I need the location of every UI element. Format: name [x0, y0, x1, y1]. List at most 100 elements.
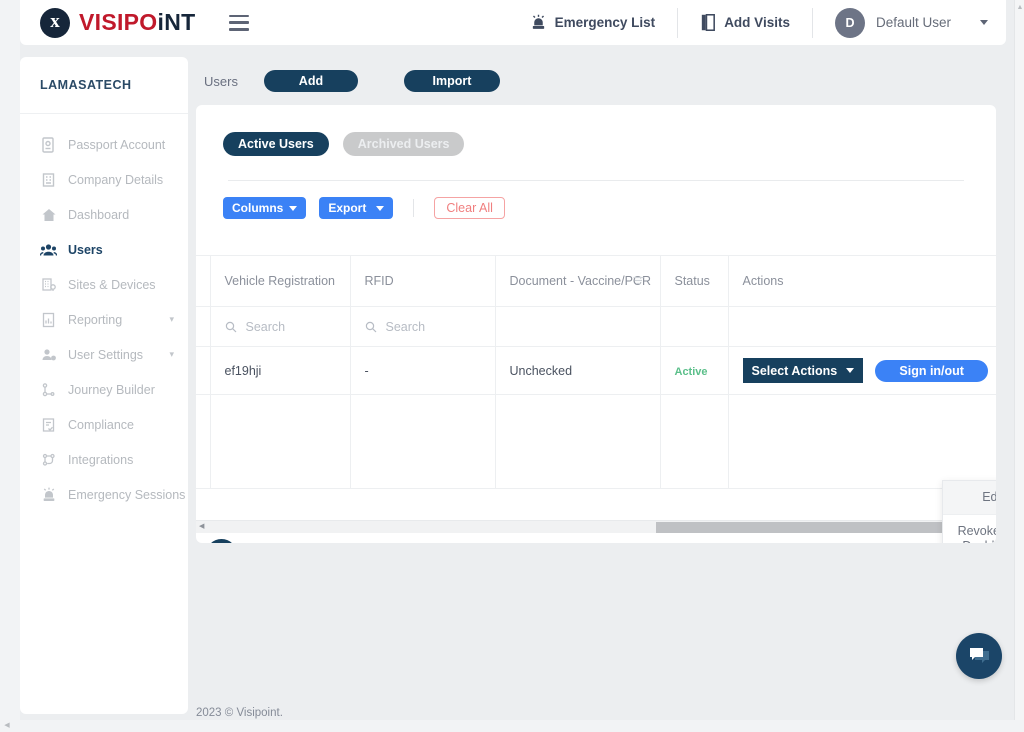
sidebar-label: Integrations	[68, 452, 134, 467]
empty-cell	[728, 394, 996, 489]
page-size-100[interactable]: 100	[334, 539, 365, 543]
siren-icon	[532, 14, 544, 29]
sites-icon	[40, 276, 57, 293]
sign-in-out-button[interactable]: Sign in/out	[875, 359, 989, 382]
column-header-vehicle-registration[interactable]: Vehicle Registration	[210, 255, 351, 307]
building-icon	[40, 171, 57, 188]
sidebar-item-integrations[interactable]: Integrations	[20, 442, 188, 477]
add-visits-button[interactable]: Add Visits	[678, 8, 812, 38]
chevron-down-icon[interactable]: ▾	[169, 349, 174, 360]
emergency-list-button[interactable]: Emergency List	[508, 8, 678, 38]
export-button[interactable]: Export	[319, 197, 394, 219]
sidebar-item-reporting[interactable]: Reporting ▾	[20, 302, 188, 337]
table-search-row: Search Search	[196, 306, 996, 347]
search-input-vehicle[interactable]: Search	[225, 320, 350, 334]
column-header-actions[interactable]: Actions	[728, 255, 996, 307]
menu-item-revoke-from-dashboard[interactable]: Revoke from Dashboard	[943, 514, 996, 543]
clear-all-button[interactable]: Clear All	[434, 197, 505, 219]
row-actions-group: Select Actions Sign in/out	[742, 358, 997, 383]
pagination-bar: 5 10 25 50 100 Page 1 of 1 (1 items) ‹ 1…	[196, 533, 996, 543]
sidebar-item-user-settings[interactable]: User Settings ▾	[20, 337, 188, 372]
sidebar-item-users[interactable]: Users	[20, 232, 188, 267]
scroll-up-arrow-icon[interactable]: ▲	[1016, 4, 1024, 12]
sidebar-item-emergency-sessions[interactable]: Emergency Sessions	[20, 477, 188, 512]
search-input-rfid[interactable]: Search	[365, 320, 495, 334]
search-placeholder: Search	[245, 319, 286, 334]
search-cell-empty	[196, 306, 211, 347]
search-cell-rfid[interactable]: Search	[350, 306, 496, 347]
sidebar-label: Company Details	[68, 172, 164, 187]
logo-text-part2: NT	[164, 9, 196, 35]
compliance-icon	[40, 416, 57, 433]
search-cell-vehicle[interactable]: Search	[210, 306, 351, 347]
tab-active-users[interactable]: Active Users	[223, 132, 329, 156]
sidebar-item-compliance[interactable]: Compliance	[20, 407, 188, 442]
row-cell-document: Unchecked	[495, 346, 661, 395]
scroll-left-arrow-icon[interactable]: ◀	[2, 721, 12, 731]
search-placeholder: Search	[385, 319, 426, 334]
page-scrollbar[interactable]: ▲	[1014, 0, 1024, 720]
row-cell-status: Active	[660, 346, 729, 395]
column-header-partial[interactable]	[196, 255, 211, 307]
sidebar-brand: LAMASATECH	[20, 57, 188, 114]
search-icon	[365, 321, 376, 332]
columns-button[interactable]: Columns	[223, 197, 307, 219]
table-empty-row	[196, 394, 996, 489]
app-logo[interactable]: x VISIPOiNT	[40, 7, 196, 38]
avatar: D	[834, 7, 865, 38]
page-size-50[interactable]: 50	[302, 539, 333, 543]
passport-icon	[40, 136, 57, 153]
page-size-10[interactable]: 10	[238, 539, 269, 543]
table-horizontal-scrollbar[interactable]: ◀ ▶	[196, 520, 996, 533]
hamburger-icon[interactable]	[229, 14, 250, 31]
table-row[interactable]: ef19hji - Unchecked Active Select Action…	[196, 346, 997, 395]
chat-widget-button[interactable]	[956, 633, 1002, 679]
select-actions-label: Select Actions	[751, 363, 838, 378]
chevron-down-icon[interactable]: ▾	[169, 314, 174, 325]
status-badge: Active	[674, 365, 708, 378]
sidebar-item-journey-builder[interactable]: Journey Builder	[20, 372, 188, 407]
users-table-container: Vehicle Registration RFID Document - Vac…	[196, 255, 996, 489]
scroll-left-arrow-icon[interactable]: ◀	[199, 522, 204, 530]
user-menu[interactable]: D Default User	[813, 0, 1006, 45]
column-header-status[interactable]: Status	[660, 255, 729, 307]
users-icon	[40, 241, 57, 258]
table-body: Search Search ef19hji - Unchecked Active…	[196, 306, 997, 489]
journey-icon	[40, 381, 57, 398]
users-table: Vehicle Registration RFID Document - Vac…	[196, 255, 996, 489]
tab-archived-users[interactable]: Archived Users	[342, 132, 465, 156]
import-button[interactable]: Import	[403, 70, 500, 92]
column-header-rfid[interactable]: RFID	[350, 255, 496, 307]
footer-copyright: 2023 © Visipoint.	[196, 707, 283, 719]
chevron-down-icon[interactable]	[980, 20, 988, 25]
empty-cell	[196, 394, 211, 489]
sidebar-item-passport-account[interactable]: Passport Account	[20, 127, 188, 162]
toolbar-divider	[413, 199, 415, 217]
menu-item-edit[interactable]: Edit	[943, 481, 996, 514]
export-label: Export	[328, 201, 367, 215]
page-size-selector: 5 10 25 50 100	[206, 539, 366, 543]
search-cell-status	[660, 306, 729, 347]
emergency-list-label: Emergency List	[554, 15, 656, 30]
search-cell-actions	[728, 306, 996, 347]
sidebar-label: Journey Builder	[68, 382, 155, 397]
logo-text-part1: VISIPO	[79, 9, 158, 35]
chevron-down-icon	[376, 205, 385, 211]
main-content: Users Add Import Active Users Archived U…	[196, 57, 1006, 719]
report-icon	[40, 311, 57, 328]
users-panel: Active Users Archived Users Columns Expo…	[196, 105, 996, 543]
page-size-25[interactable]: 25	[270, 539, 301, 543]
user-settings-icon	[40, 346, 57, 363]
page-size-5[interactable]: 5	[206, 539, 237, 543]
logo-mark-icon: x	[40, 7, 70, 38]
select-actions-dropdown[interactable]: Select Actions	[742, 358, 864, 383]
add-visits-label: Add Visits	[724, 15, 790, 30]
sidebar-item-dashboard[interactable]: Dashboard	[20, 197, 188, 232]
sidebar-item-sites-devices[interactable]: Sites & Devices	[20, 267, 188, 302]
scrollbar-thumb[interactable]	[656, 522, 986, 533]
add-button[interactable]: Add	[263, 70, 358, 92]
column-header-document[interactable]: Document - Vaccine/PCR	[495, 255, 661, 307]
page-action-bar: Users Add Import	[196, 57, 1006, 105]
sidebar-item-company-details[interactable]: Company Details	[20, 162, 188, 197]
filter-icon[interactable]	[633, 274, 644, 288]
